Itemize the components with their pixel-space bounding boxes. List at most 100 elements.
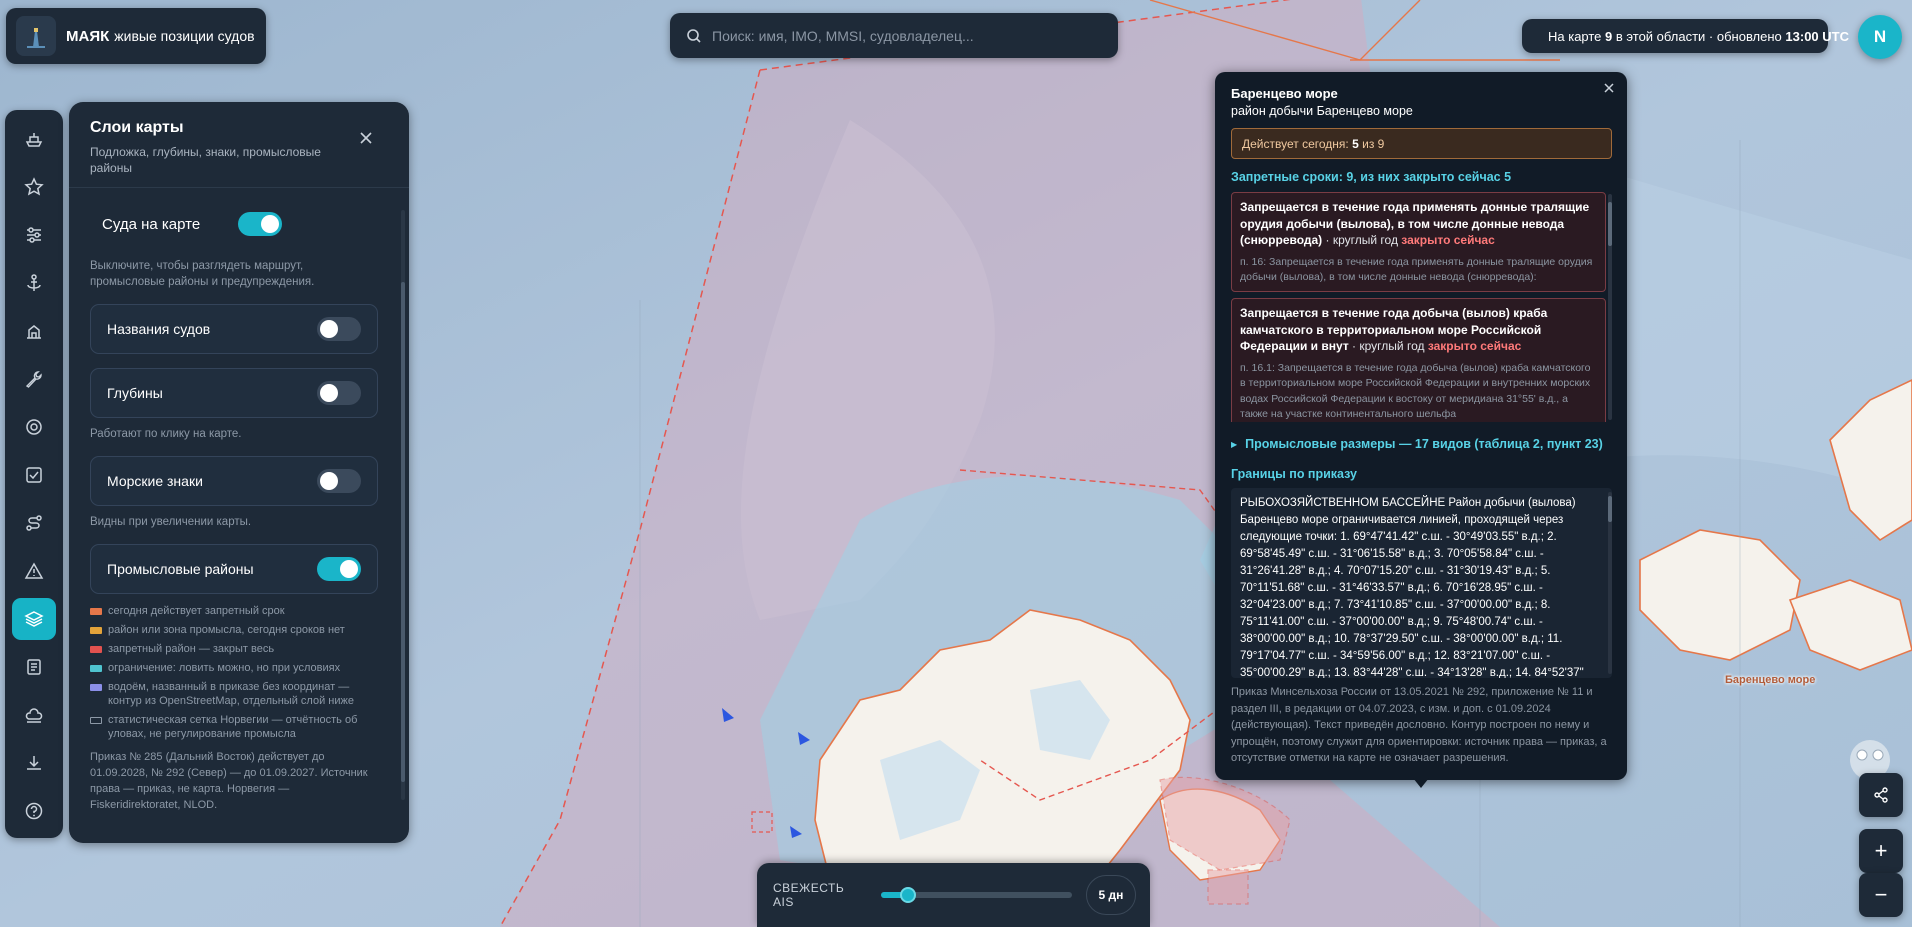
bans-scrollbar-thumb[interactable] xyxy=(1608,202,1612,246)
ships-layer-row[interactable]: Суда на карте xyxy=(102,204,282,244)
status-middle: в этой области · обновлено xyxy=(1615,28,1782,44)
rail-download-button[interactable] xyxy=(12,742,56,784)
ships-layer-toggle[interactable] xyxy=(238,212,282,236)
active-today-prefix: Действует сегодня: xyxy=(1242,136,1349,151)
bounds-scrollbar[interactable] xyxy=(1608,492,1612,674)
active-today-value: 5 xyxy=(1352,136,1359,151)
depths-layer-label: Глубины xyxy=(107,385,163,401)
bounds-scrollbar-thumb[interactable] xyxy=(1608,496,1612,522)
target-icon xyxy=(26,419,42,435)
legend-text: сегодня действует запретный срок xyxy=(108,605,285,617)
ais-freshness-label: СВЕЖЕСТЬ AIS xyxy=(773,881,845,909)
depths-layer-row[interactable]: Глубины xyxy=(90,368,378,418)
route-icon xyxy=(26,515,42,531)
search-bar[interactable] xyxy=(670,13,1118,58)
legend-item: район или зона промысла, сегодня сроков … xyxy=(90,623,375,637)
depths-layer-toggle[interactable] xyxy=(317,381,361,405)
ais-freshness-slider[interactable] xyxy=(881,887,1072,903)
triangle-right-icon: ▶ xyxy=(1231,439,1238,449)
legend-swatch xyxy=(90,627,102,634)
bans-scrollbar[interactable] xyxy=(1608,194,1612,420)
rail-filters-button[interactable] xyxy=(12,214,56,256)
legend-item: статистическая сетка Норвегии — отчётнос… xyxy=(90,713,375,741)
zoom-in-button[interactable]: + xyxy=(1859,829,1903,873)
legend-text: район или зона промысла, сегодня сроков … xyxy=(108,624,345,636)
rail-port-button[interactable] xyxy=(12,310,56,352)
fishing-areas-layer-toggle[interactable] xyxy=(317,557,361,581)
star-icon xyxy=(24,177,44,196)
rail-help-button[interactable] xyxy=(12,790,56,832)
status-count: 9 xyxy=(1605,28,1613,44)
bounds-text-box[interactable]: РЫБОХОЗЯЙСТВЕННОМ БАССЕЙНЕ Район добычи … xyxy=(1231,488,1612,678)
ban-period: · круглый год xyxy=(1322,233,1402,247)
rail-checklist-button[interactable] xyxy=(12,454,56,496)
ships-layer-label: Суда на карте xyxy=(102,215,201,233)
tool-rail xyxy=(5,110,63,838)
sea-marks-layer-row[interactable]: Морские знаки xyxy=(90,456,378,506)
legend-swatch xyxy=(90,646,102,653)
rail-tools-button[interactable] xyxy=(12,358,56,400)
active-today-badge: Действует сегодня: 5 из 9 xyxy=(1231,128,1612,159)
active-today-suffix: из 9 xyxy=(1362,136,1385,151)
port-icon xyxy=(27,325,41,339)
fishing-sizes-toggle[interactable]: ▶ Промысловые размеры — 17 видов (таблица… xyxy=(1231,437,1603,451)
ban-status: закрыто сейчас xyxy=(1427,339,1522,353)
depths-layer-hint: Работают по клику на карте. xyxy=(90,428,242,440)
legend-text: статистическая сетка Норвегии — отчётнос… xyxy=(108,714,358,740)
legend-text: ограничение: ловить можно, но при услови… xyxy=(108,662,341,674)
rail-route-button[interactable] xyxy=(12,502,56,544)
legend-item: сегодня действует запретный срок xyxy=(90,604,375,618)
bans-header: Запретные сроки: 9, из них закрыто сейча… xyxy=(1231,170,1512,184)
region-subtitle: район добычи Баренцево море xyxy=(1231,104,1413,118)
search-input[interactable] xyxy=(712,27,1102,44)
fishing-legend: сегодня действует запретный срок район и… xyxy=(90,604,409,741)
region-info-popup: Баренцево море район добычи Баренцево мо… xyxy=(1215,72,1627,780)
map-layers-panel: Слои карты Подложка, глубины, знаки, про… xyxy=(69,102,409,843)
status-time: 13:00 UTC xyxy=(1785,28,1849,44)
rail-ship-button[interactable] xyxy=(12,118,56,160)
legend-swatch xyxy=(90,717,102,724)
close-icon[interactable] xyxy=(1603,82,1615,94)
vessel-names-layer-toggle[interactable] xyxy=(317,317,361,341)
rail-favorites-button[interactable] xyxy=(12,166,56,208)
rail-anchor-button[interactable] xyxy=(12,262,56,304)
help-icon xyxy=(25,802,43,820)
brand-header[interactable]: МАЯК живые позиции судов xyxy=(6,8,266,64)
layers-footer-note: Приказ № 285 (Дальний Восток) действует … xyxy=(90,751,368,811)
zoom-out-button[interactable]: − xyxy=(1859,873,1903,917)
ais-days-value[interactable]: 5 дн xyxy=(1085,875,1136,915)
popup-pointer xyxy=(1413,778,1429,788)
rail-weather-button[interactable] xyxy=(12,694,56,736)
region-title: Баренцево море xyxy=(1231,86,1338,101)
checklist-icon xyxy=(26,467,42,483)
vessel-names-layer-row[interactable]: Названия судов xyxy=(90,304,378,354)
fishing-areas-layer-label: Промысловые районы xyxy=(107,561,254,577)
weather-icon xyxy=(25,708,43,723)
legend-text: запретный район — закрыт весь xyxy=(108,643,275,655)
close-icon[interactable] xyxy=(357,129,375,147)
rail-target-button[interactable] xyxy=(12,406,56,448)
fishing-areas-layer-row[interactable]: Промысловые районы xyxy=(90,544,378,594)
bounds-header: Границы по приказу xyxy=(1231,467,1358,481)
legend-text: водоём, названный в приказе без координа… xyxy=(108,681,354,707)
bans-list[interactable]: Запрещается в течение года применять дон… xyxy=(1215,192,1627,422)
map-region-label: Баренцево море xyxy=(1725,674,1816,686)
ais-freshness-bar: СВЕЖЕСТЬ AIS 5 дн xyxy=(757,863,1150,927)
ais-slider-handle[interactable] xyxy=(900,887,917,903)
legend-swatch xyxy=(90,608,102,615)
ban-title: Запрещается в течение года применять дон… xyxy=(1240,199,1597,249)
ban-item[interactable]: Запрещается в течение года добыча (вылов… xyxy=(1231,298,1606,422)
ban-period: · круглый год xyxy=(1348,339,1428,353)
map-status: На карте 9 в этой области · обновлено 13… xyxy=(1522,19,1849,53)
wrench-icon xyxy=(25,371,42,388)
rail-warnings-button[interactable] xyxy=(12,550,56,592)
sea-marks-layer-toggle[interactable] xyxy=(317,469,361,493)
rail-notes-button[interactable] xyxy=(12,646,56,688)
rail-layers-button[interactable] xyxy=(12,598,56,640)
info-footer-note: Приказ Минсельхоза России от 13.05.2021 … xyxy=(1231,686,1607,764)
anchor-icon xyxy=(27,274,41,291)
ban-item[interactable]: Запрещается в течение года применять дон… xyxy=(1231,192,1606,292)
user-avatar[interactable]: N xyxy=(1858,15,1902,59)
share-icon xyxy=(1874,787,1888,803)
share-button[interactable] xyxy=(1859,773,1903,817)
